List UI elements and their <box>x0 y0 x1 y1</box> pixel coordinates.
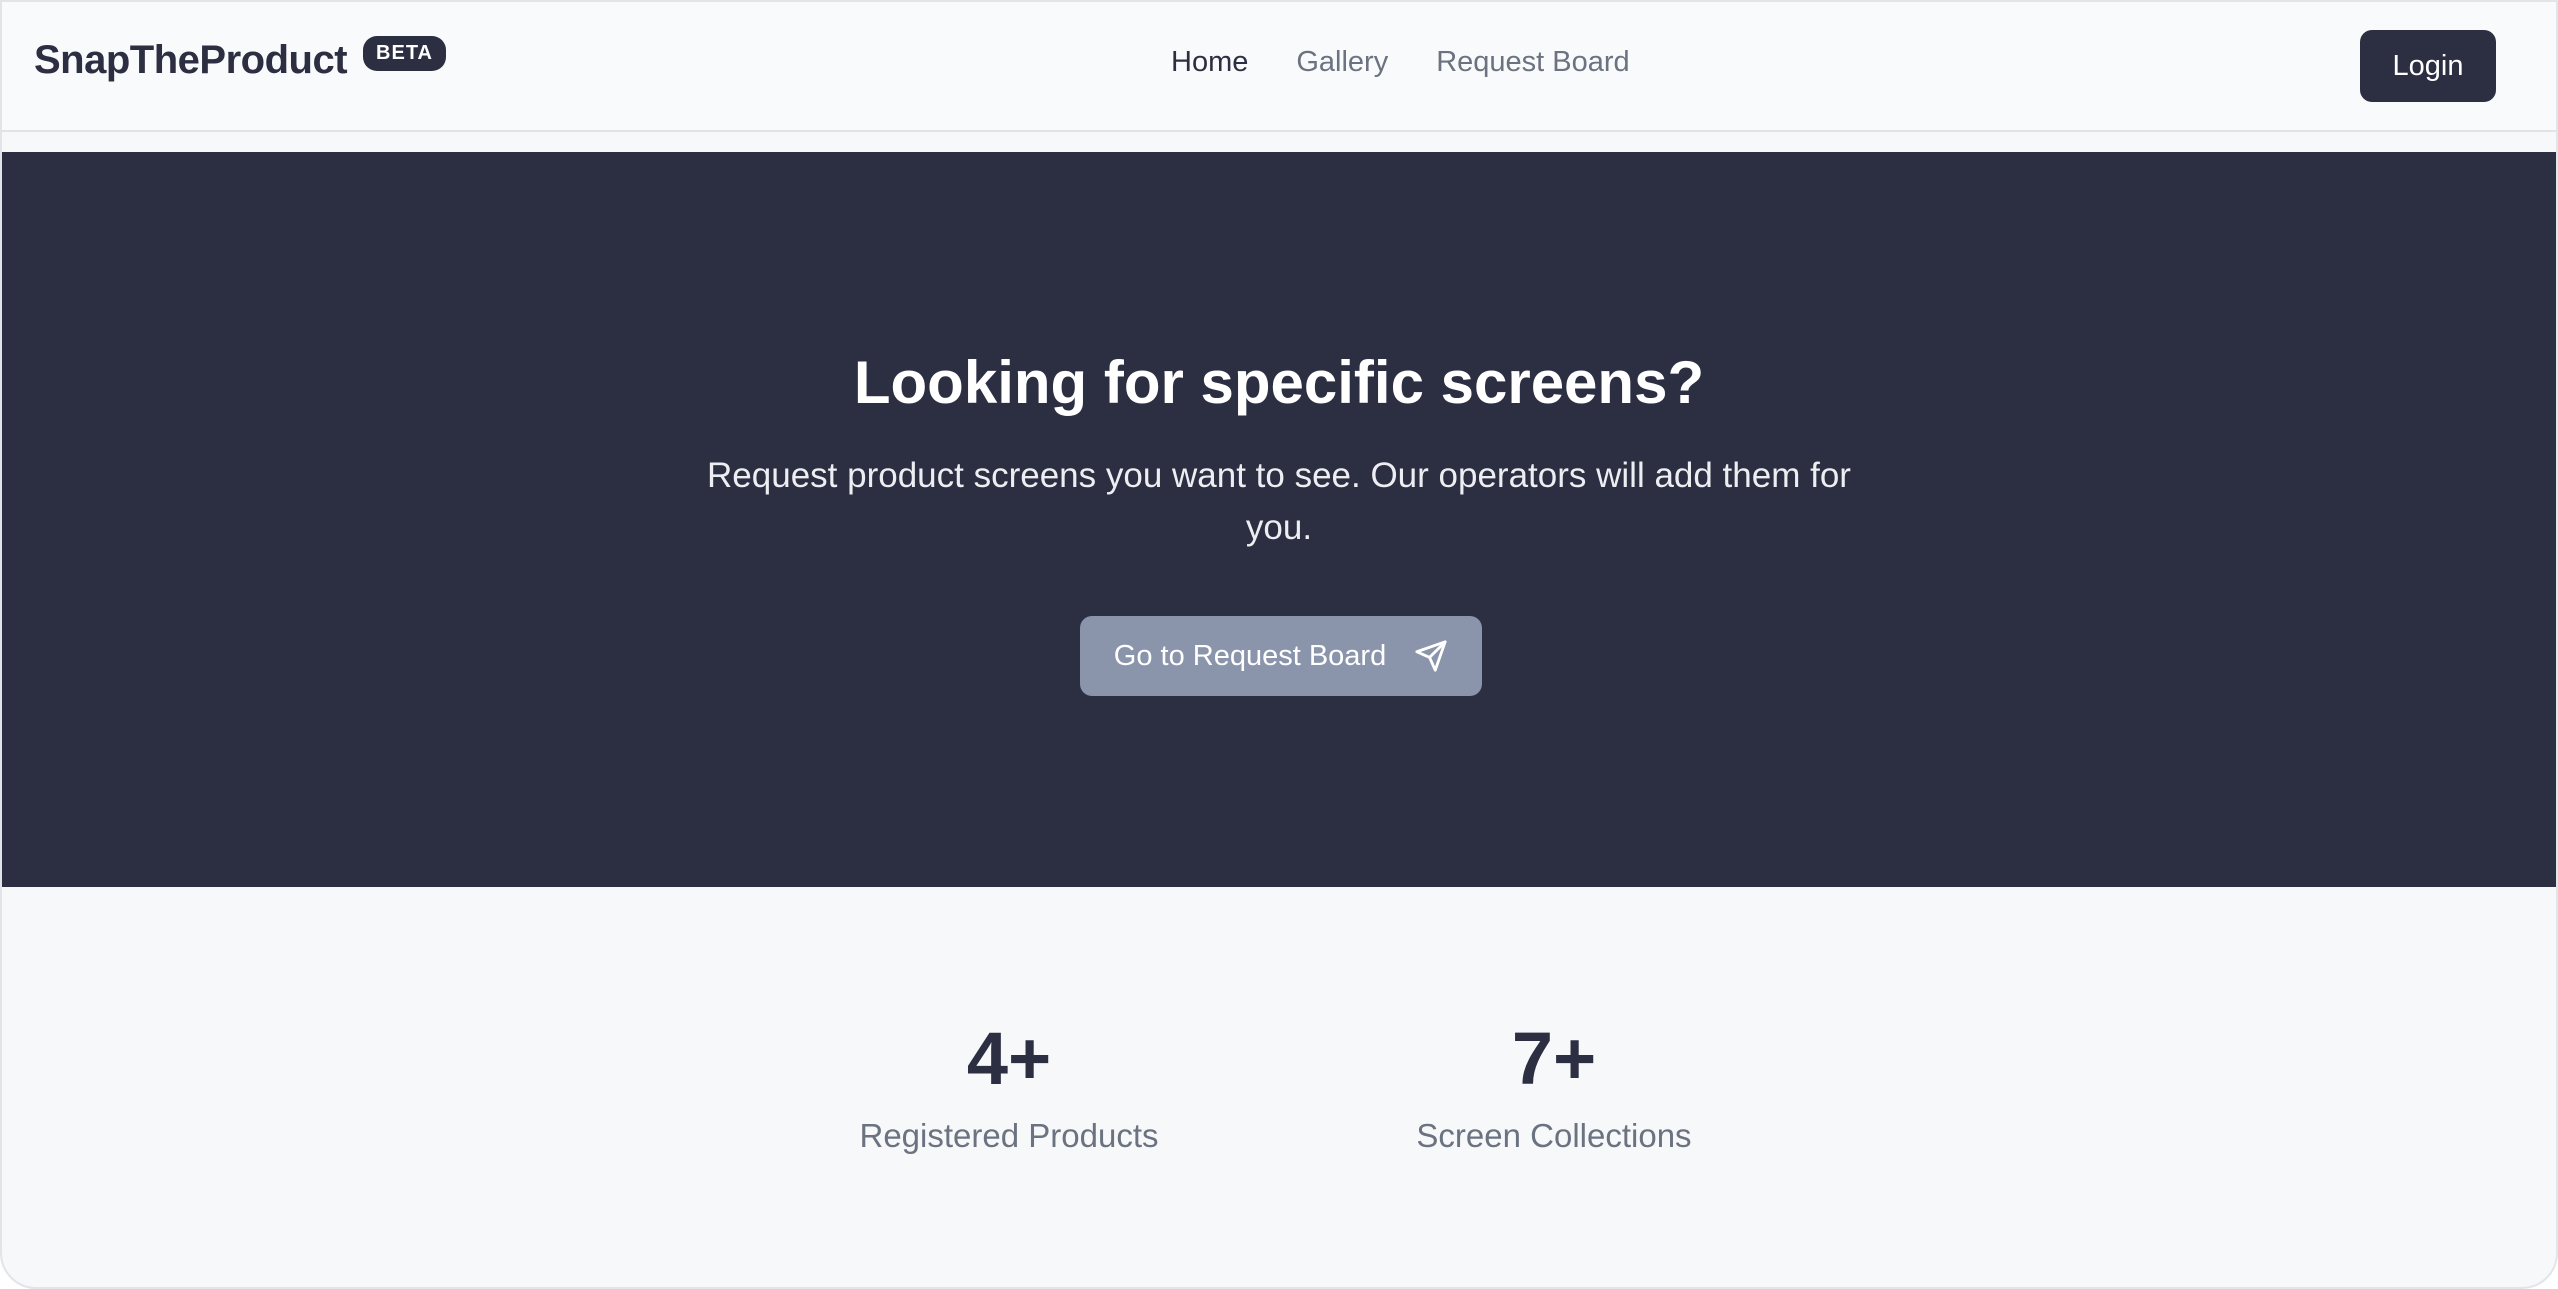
brand-logo-text[interactable]: SnapTheProduct <box>34 38 348 83</box>
stat-registered-products: 4+ Registered Products <box>799 1019 1219 1155</box>
nav-item-home[interactable]: Home <box>1171 46 1248 79</box>
main-nav: Home Gallery Request Board <box>1171 46 1630 79</box>
beta-badge: BETA <box>363 36 446 71</box>
brand[interactable]: SnapTheProduct BETA <box>34 36 446 83</box>
cta-label: Go to Request Board <box>1113 639 1387 672</box>
stat-value: 4+ <box>966 1017 1052 1100</box>
nav-item-gallery[interactable]: Gallery <box>1296 46 1388 79</box>
stat-label: Screen Collections <box>1416 1117 1692 1154</box>
nav-item-request-board[interactable]: Request Board <box>1436 46 1629 79</box>
browser-frame: SnapTheProduct BETA Home Gallery Request… <box>0 0 2558 1289</box>
hero-title: Looking for specific screens? <box>853 349 1705 416</box>
stat-label: Registered Products <box>859 1117 1159 1154</box>
go-to-request-board-button[interactable]: Go to Request Board <box>1080 616 1482 696</box>
paper-plane-icon <box>1415 640 1447 672</box>
top-navbar: SnapTheProduct BETA Home Gallery Request… <box>2 2 2556 132</box>
login-button[interactable]: Login <box>2360 30 2496 102</box>
hero-section: Looking for specific screens? Request pr… <box>2 152 2556 887</box>
stat-value: 7+ <box>1511 1017 1597 1100</box>
hero-subtitle: Request product screens you want to see.… <box>707 456 1851 547</box>
stat-screen-collections: 7+ Screen Collections <box>1344 1019 1764 1155</box>
